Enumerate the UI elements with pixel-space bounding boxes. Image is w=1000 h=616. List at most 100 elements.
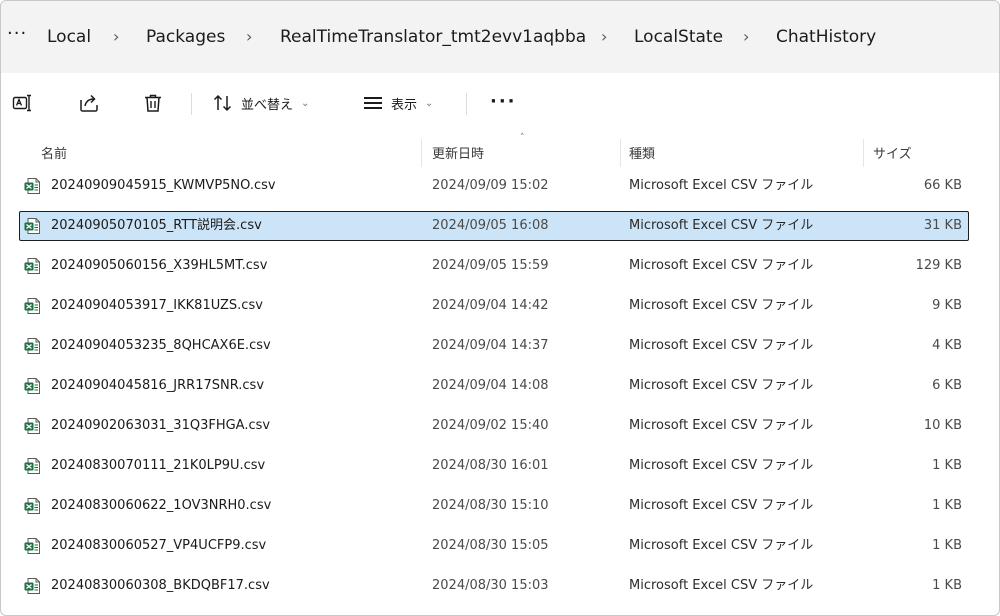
excel-csv-file-icon (24, 458, 40, 474)
file-explorer-window: ··· Local › Packages › RealTimeTranslato… (0, 0, 1000, 616)
chevron-right-icon[interactable]: › (743, 27, 749, 47)
view-label: 表示 (391, 97, 418, 113)
file-type: Microsoft Excel CSV ファイル (629, 458, 814, 473)
trash-icon (145, 94, 161, 112)
file-type: Microsoft Excel CSV ファイル (629, 218, 814, 233)
file-row[interactable]: 20240904053917_IKK81UZS.csv 2024/09/04 1… (19, 291, 969, 321)
file-type: Microsoft Excel CSV ファイル (629, 338, 814, 353)
column-headers: ˄ 名前 更新日時 種類 サイズ (1, 133, 999, 169)
file-size: 66 KB (923, 178, 962, 193)
file-type: Microsoft Excel CSV ファイル (629, 298, 814, 313)
file-type: Microsoft Excel CSV ファイル (629, 178, 814, 193)
column-header-date[interactable]: 更新日時 (432, 143, 484, 162)
toolbar-divider (191, 93, 192, 115)
file-date-modified: 2024/08/30 15:10 (432, 498, 549, 513)
file-size: 1 KB (932, 458, 962, 473)
chevron-right-icon[interactable]: › (113, 27, 119, 47)
excel-csv-file-icon (24, 578, 40, 594)
file-type: Microsoft Excel CSV ファイル (629, 498, 814, 513)
file-size: 31 KB (923, 218, 962, 233)
file-row[interactable]: 20240909045915_KWMVP5NO.csv 2024/09/09 1… (19, 171, 969, 201)
breadcrumb-item-localstate[interactable]: LocalState (634, 27, 723, 47)
column-header-name[interactable]: 名前 (41, 143, 67, 162)
file-name: 20240830070111_21K0LP9U.csv (51, 458, 266, 473)
file-row[interactable]: 20240830060622_1OV3NRH0.csv 2024/08/30 1… (19, 491, 969, 521)
file-name: 20240904053235_8QHCAX6E.csv (51, 338, 271, 353)
share-button[interactable] (77, 89, 101, 117)
file-name: 20240905060156_X39HL5MT.csv (51, 258, 268, 273)
file-row[interactable]: 20240902063031_31Q3FHGA.csv 2024/09/02 1… (19, 411, 969, 441)
file-type: Microsoft Excel CSV ファイル (629, 418, 814, 433)
file-type: Microsoft Excel CSV ファイル (629, 378, 814, 393)
file-row[interactable]: 20240905060156_X39HL5MT.csv 2024/09/05 1… (19, 251, 969, 281)
delete-button[interactable] (141, 89, 165, 117)
column-header-type[interactable]: 種類 (629, 143, 655, 162)
file-type: Microsoft Excel CSV ファイル (629, 538, 814, 553)
excel-csv-file-icon (24, 418, 40, 434)
excel-csv-file-icon (24, 378, 40, 394)
file-size: 1 KB (932, 538, 962, 553)
column-divider[interactable] (620, 139, 621, 167)
rename-button[interactable] (11, 89, 35, 117)
breadcrumb-item-chathistory[interactable]: ChatHistory (776, 27, 876, 47)
file-date-modified: 2024/08/30 15:03 (432, 578, 549, 593)
file-size: 10 KB (923, 418, 962, 433)
file-type: Microsoft Excel CSV ファイル (629, 258, 814, 273)
rename-icon (12, 94, 31, 112)
view-button[interactable]: 表示 ⌄ (361, 89, 433, 117)
excel-csv-file-icon (24, 538, 40, 554)
column-divider[interactable] (421, 139, 422, 167)
file-row[interactable]: 20240830060308_BKDQBF17.csv 2024/08/30 1… (19, 571, 969, 601)
file-name: 20240830060308_BKDQBF17.csv (51, 578, 270, 593)
breadcrumb: ··· Local › Packages › RealTimeTranslato… (1, 1, 999, 74)
more-options-button[interactable]: ··· (490, 91, 517, 112)
file-name: 20240830060622_1OV3NRH0.csv (51, 498, 272, 513)
file-date-modified: 2024/09/09 15:02 (432, 178, 549, 193)
chevron-right-icon[interactable]: › (601, 27, 607, 47)
file-type: Microsoft Excel CSV ファイル (629, 578, 814, 593)
excel-csv-file-icon (24, 498, 40, 514)
breadcrumb-item-local[interactable]: Local (47, 27, 91, 47)
file-size: 9 KB (932, 298, 962, 313)
toolbar-divider (466, 93, 467, 115)
file-size: 6 KB (932, 378, 962, 393)
file-row[interactable]: 20240904053235_8QHCAX6E.csv 2024/09/04 1… (19, 331, 969, 361)
file-name: 20240902063031_31Q3FHGA.csv (51, 418, 271, 433)
file-size: 129 KB (915, 258, 962, 273)
sort-button[interactable]: 並べ替え ⌄ (211, 89, 309, 117)
file-name: 20240904045816_JRR17SNR.csv (51, 378, 265, 393)
file-date-modified: 2024/08/30 16:01 (432, 458, 549, 473)
column-header-size[interactable]: サイズ (873, 143, 912, 162)
share-icon (80, 94, 98, 112)
breadcrumb-overflow-button[interactable]: ··· (7, 23, 27, 44)
view-list-icon (364, 97, 382, 109)
excel-csv-file-icon (24, 178, 40, 194)
file-size: 1 KB (932, 578, 962, 593)
excel-csv-file-icon (24, 218, 40, 234)
file-date-modified: 2024/09/02 15:40 (432, 418, 549, 433)
excel-csv-file-icon (24, 298, 40, 314)
file-date-modified: 2024/09/04 14:08 (432, 378, 549, 393)
file-date-modified: 2024/08/30 15:05 (432, 538, 549, 553)
sort-label: 並べ替え (241, 97, 294, 113)
excel-csv-file-icon (24, 338, 40, 354)
file-name: 20240909045915_KWMVP5NO.csv (51, 178, 276, 193)
file-name: 20240830060527_VP4UCFP9.csv (51, 538, 267, 553)
chevron-down-icon: ⌄ (425, 97, 434, 109)
file-size: 1 KB (932, 498, 962, 513)
command-bar: 並べ替え ⌄ 表示 ⌄ ··· (1, 73, 999, 133)
breadcrumb-item-packages[interactable]: Packages (146, 27, 225, 47)
file-row[interactable]: 20240830060527_VP4UCFP9.csv 2024/08/30 1… (19, 531, 969, 561)
file-row[interactable]: 20240905070105_RTT説明会.csv 2024/09/05 16:… (19, 211, 969, 241)
column-divider[interactable] (863, 139, 864, 167)
file-row[interactable]: 20240830070111_21K0LP9U.csv 2024/08/30 1… (19, 451, 969, 481)
file-date-modified: 2024/09/04 14:37 (432, 338, 549, 353)
chevron-right-icon[interactable]: › (246, 27, 252, 47)
chevron-down-icon: ⌄ (301, 97, 310, 109)
file-date-modified: 2024/09/05 15:59 (432, 258, 549, 273)
excel-csv-file-icon (24, 258, 40, 274)
breadcrumb-item-app-package[interactable]: RealTimeTranslator_tmt2evv1aqbba (280, 27, 586, 47)
file-row[interactable]: 20240904045816_JRR17SNR.csv 2024/09/04 1… (19, 371, 969, 401)
sort-indicator-icon: ˄ (520, 133, 525, 143)
file-size: 4 KB (932, 338, 962, 353)
